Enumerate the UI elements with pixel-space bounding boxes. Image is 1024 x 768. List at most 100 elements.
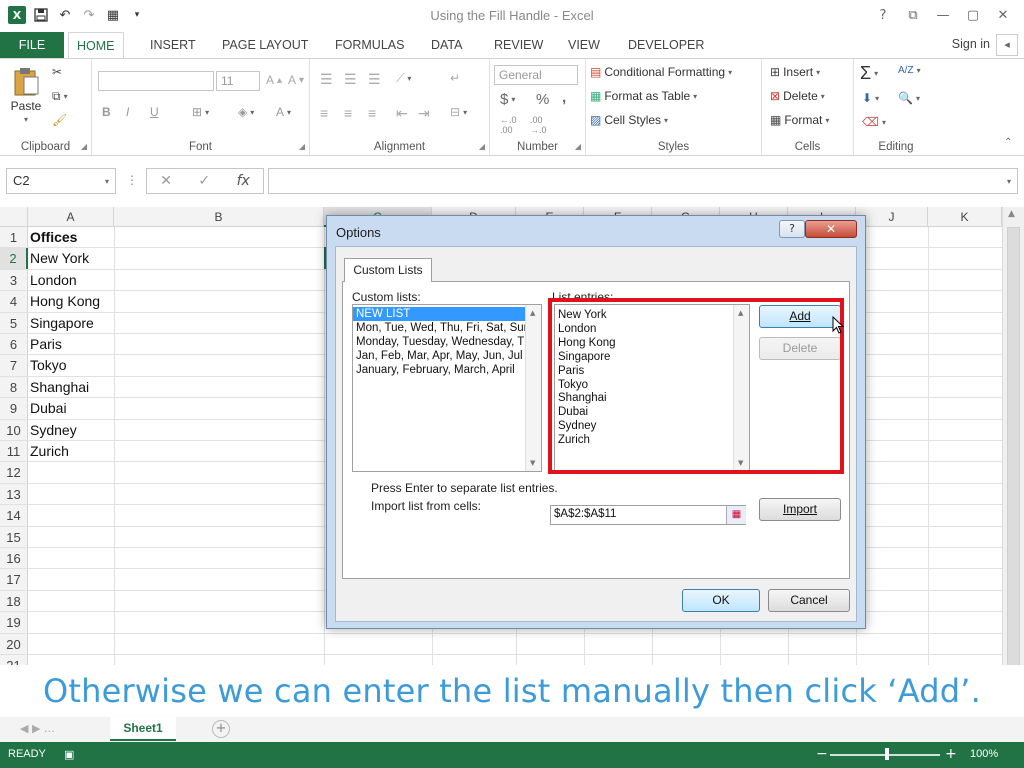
tab-insert[interactable]: INSERT [142, 32, 204, 58]
vertical-scrollbar[interactable]: ▲ [1002, 207, 1024, 667]
cell-a[interactable]: Hong Kong [30, 291, 100, 311]
cell-a[interactable]: Singapore [30, 313, 94, 333]
row-header[interactable]: 6 [0, 334, 28, 355]
font-size-box[interactable]: 11 [216, 71, 260, 91]
alignment-launcher-icon[interactable]: ◢ [479, 142, 485, 151]
row-header[interactable]: 1 [0, 227, 28, 248]
ribbon-scroll-icon[interactable]: ◂ [996, 34, 1018, 56]
row-header[interactable]: 8 [0, 376, 28, 398]
tab-formulas[interactable]: FORMULAS [327, 32, 412, 58]
row-header[interactable]: 5 [0, 312, 28, 333]
insert-cells-button[interactable]: ⊞ Insert ▾ [770, 65, 820, 79]
format-cells-button[interactable]: ▦ Format ▾ [770, 113, 829, 127]
column-header[interactable]: B [114, 207, 324, 227]
list-item[interactable]: Mon, Tue, Wed, Thu, Fri, Sat, Sun [353, 321, 525, 335]
align-bottom-icon[interactable]: ☰ [368, 71, 381, 88]
cell-a[interactable]: Dubai [30, 398, 67, 418]
help-icon[interactable]: ? [868, 4, 898, 26]
column-header[interactable]: A [28, 207, 114, 227]
align-center-icon[interactable]: ≡ [344, 105, 352, 121]
sign-in-link[interactable]: Sign in [952, 37, 990, 51]
font-launcher-icon[interactable]: ◢ [299, 142, 305, 151]
ribbon-display-icon[interactable]: ⧉ [898, 4, 928, 26]
maximize-icon[interactable]: ▢ [958, 4, 988, 26]
cancel-button[interactable]: Cancel [768, 589, 850, 612]
zoom-out-icon[interactable]: − [816, 746, 828, 762]
row-header[interactable]: 3 [0, 269, 28, 291]
align-top-icon[interactable]: ☰ [320, 71, 333, 88]
number-launcher-icon[interactable]: ◢ [575, 142, 581, 151]
tab-custom-lists[interactable]: Custom Lists [344, 258, 432, 282]
dialog-close-icon[interactable]: ✕ [805, 220, 857, 238]
row-header[interactable]: 10 [0, 419, 28, 440]
row-header[interactable]: 16 [0, 548, 28, 569]
row-header[interactable]: 19 [0, 612, 28, 633]
cut-icon[interactable]: ✂ [52, 65, 62, 79]
custom-lists-listbox[interactable]: NEW LIST Mon, Tue, Wed, Thu, Fri, Sat, Su… [352, 304, 542, 472]
find-select-icon[interactable]: 🔍 ▾ [898, 91, 920, 105]
percent-button[interactable]: % [536, 91, 549, 108]
row-header[interactable]: 15 [0, 526, 28, 547]
paste-button[interactable]: Paste ▾ [10, 65, 42, 124]
name-box[interactable]: C2 ▾ [6, 168, 116, 194]
row-header[interactable]: 9 [0, 398, 28, 419]
sheet-nav-icon[interactable]: ◀ ▶ … [20, 722, 55, 735]
cell-a[interactable]: Tokyo [30, 355, 67, 375]
row-header[interactable]: 18 [0, 590, 28, 612]
clear-icon[interactable]: ⌫ ▾ [862, 115, 886, 129]
borders-icon[interactable]: ⊞ ▾ [192, 105, 209, 119]
tab-view[interactable]: VIEW [560, 32, 608, 58]
cell-styles-button[interactable]: ▨ Cell Styles ▾ [590, 113, 668, 127]
decrease-indent-icon[interactable]: ⇤ [396, 105, 408, 122]
bold-button[interactable]: B [102, 105, 111, 119]
minimize-icon[interactable]: — [928, 4, 958, 26]
scroll-down-icon[interactable]: ▼ [530, 459, 535, 467]
sheet-tab-sheet1[interactable]: Sheet1 [110, 717, 176, 741]
dialog-help-icon[interactable]: ? [779, 220, 805, 238]
row-header[interactable]: 21 [0, 655, 28, 665]
row-header[interactable]: 14 [0, 505, 28, 526]
cell-a[interactable]: Shanghai [30, 377, 89, 397]
comma-button[interactable]: , [562, 89, 566, 106]
row-header[interactable]: 20 [0, 633, 28, 654]
formula-input[interactable]: ▾ [268, 168, 1018, 194]
row-header[interactable]: 17 [0, 569, 28, 590]
column-header[interactable]: K [928, 207, 1002, 227]
scroll-thumb[interactable] [1007, 227, 1020, 667]
tab-developer[interactable]: DEVELOPER [620, 32, 712, 58]
increase-indent-icon[interactable]: ⇥ [418, 105, 430, 122]
grow-font-icon[interactable]: A ▴ [266, 73, 282, 87]
tab-home[interactable]: HOME [68, 32, 124, 59]
ok-button[interactable]: OK [682, 589, 760, 612]
row-header[interactable]: 12 [0, 462, 28, 483]
list-item[interactable]: NEW LIST [353, 307, 525, 321]
align-middle-icon[interactable]: ☰ [344, 71, 357, 88]
cell-a[interactable]: Offices [30, 227, 77, 247]
font-name-box[interactable] [98, 71, 214, 91]
cell-a[interactable]: New York [30, 248, 89, 268]
column-header[interactable]: J [856, 207, 928, 227]
tab-file[interactable]: FILE [0, 32, 64, 58]
tab-page-layout[interactable]: PAGE LAYOUT [214, 32, 316, 58]
list-item[interactable]: Jan, Feb, Mar, Apr, May, Jun, Jul [353, 349, 525, 363]
merge-center-icon[interactable]: ⊟ ▾ [450, 105, 467, 119]
select-all-corner[interactable] [0, 207, 28, 227]
italic-button[interactable]: I [126, 105, 129, 119]
align-left-icon[interactable]: ≡ [320, 105, 328, 121]
row-header[interactable]: 4 [0, 291, 28, 312]
insert-function-icon[interactable]: fx [237, 173, 250, 189]
row-header[interactable]: 2 [0, 248, 28, 269]
row-header[interactable]: 13 [0, 483, 28, 505]
row-header[interactable]: 11 [0, 441, 28, 462]
align-right-icon[interactable]: ≡ [368, 105, 376, 121]
sort-filter-button[interactable]: A/Z ▾ [898, 65, 921, 76]
scroll-up-icon[interactable]: ▲ [530, 309, 535, 317]
import-button[interactable]: Import [759, 498, 841, 521]
cancel-entry-icon[interactable]: ✕ [160, 173, 172, 189]
autosum-button[interactable]: Σ ▾ [860, 63, 878, 84]
currency-button[interactable]: $ ▾ [500, 91, 515, 108]
collapse-dialog-icon[interactable]: ▦ [726, 506, 746, 524]
cell-a[interactable]: Sydney [30, 420, 77, 440]
close-window-icon[interactable]: ✕ [988, 4, 1018, 26]
list-item[interactable]: January, February, March, April [353, 363, 525, 377]
